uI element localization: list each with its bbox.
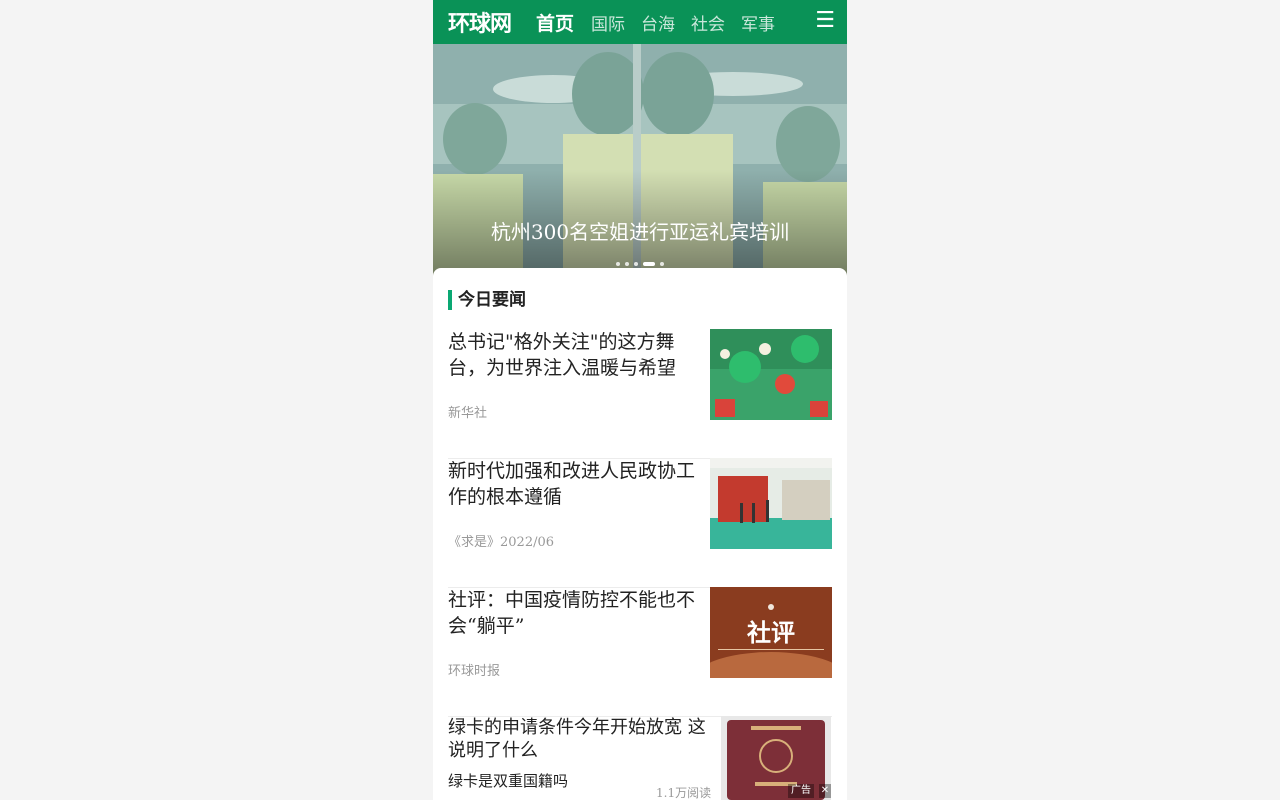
news-item[interactable]: 总书记"格外关注"的这方舞台，为世界注入温暖与希望 新华社 [448, 329, 832, 459]
carousel-dots [433, 262, 847, 266]
carousel-dot-active[interactable] [643, 262, 655, 266]
nav-tab-taiwan-strait[interactable]: 台海 [641, 10, 675, 35]
news-thumbnail[interactable]: 社评 [710, 587, 832, 678]
close-icon[interactable]: ✕ [819, 784, 831, 798]
ad-read-count: 1.1万阅读 [656, 786, 712, 800]
site-logo[interactable]: 环球网 [448, 6, 520, 38]
news-source: 《求是》2022/06 [448, 535, 555, 550]
nav-tab-society[interactable]: 社会 [691, 10, 725, 35]
ad-title[interactable]: 绿卡的申请条件今年开始放宽 这说明了什么 [448, 716, 710, 762]
news-thumbnail[interactable] [710, 458, 832, 549]
top-navigation-bar: 环球网 首页 国际 台海 社会 军事 ☰ [433, 0, 847, 44]
mobile-page: 环球网 首页 国际 台海 社会 军事 ☰ 杭州300名空姐进行亚运礼宾培训 今日… [433, 0, 847, 800]
carousel-dot[interactable] [616, 262, 620, 266]
news-title[interactable]: 总书记"格外关注"的这方舞台，为世界注入温暖与希望 [448, 329, 696, 381]
hero-caption[interactable]: 杭州300名空姐进行亚运礼宾培训 [433, 216, 847, 245]
news-thumbnail[interactable] [710, 329, 832, 420]
nav-tab-international[interactable]: 国际 [591, 10, 625, 35]
news-source: 环球时报 [448, 664, 501, 679]
carousel-dot[interactable] [660, 262, 664, 266]
carousel-dot[interactable] [634, 262, 638, 266]
news-title[interactable]: 社评：中国疫情防控不能也不会“躺平” [448, 587, 696, 639]
editorial-label: 社评 [747, 619, 795, 647]
ad-badge: 广告 [788, 784, 814, 798]
hero-carousel[interactable]: 杭州300名空姐进行亚运礼宾培训 [433, 44, 847, 280]
news-source: 新华社 [448, 406, 488, 421]
section-title: 今日要闻 [448, 290, 526, 310]
carousel-dot[interactable] [625, 262, 629, 266]
channel-nav: 首页 国际 台海 社会 军事 [536, 9, 791, 36]
news-title[interactable]: 新时代加强和改进人民政协工作的根本遵循 [448, 458, 696, 510]
news-item[interactable]: 新时代加强和改进人民政协工作的根本遵循 《求是》2022/06 [448, 458, 832, 588]
nav-tab-home[interactable]: 首页 [536, 9, 574, 36]
ad-thumbnail[interactable] [721, 716, 831, 800]
hamburger-menu-icon[interactable]: ☰ [815, 10, 835, 32]
ad-subtitle[interactable]: 绿卡是双重国籍吗 [448, 770, 568, 791]
nav-tab-military[interactable]: 军事 [741, 10, 775, 35]
news-card: 今日要闻 总书记"格外关注"的这方舞台，为世界注入温暖与希望 新华社 新时代加强… [433, 268, 847, 800]
news-item[interactable]: 社评：中国疫情防控不能也不会“躺平” 环球时报 社评 [448, 587, 832, 717]
ad-item[interactable]: 绿卡的申请条件今年开始放宽 这说明了什么 绿卡是双重国籍吗 1.1万阅读 广告 … [448, 716, 832, 800]
